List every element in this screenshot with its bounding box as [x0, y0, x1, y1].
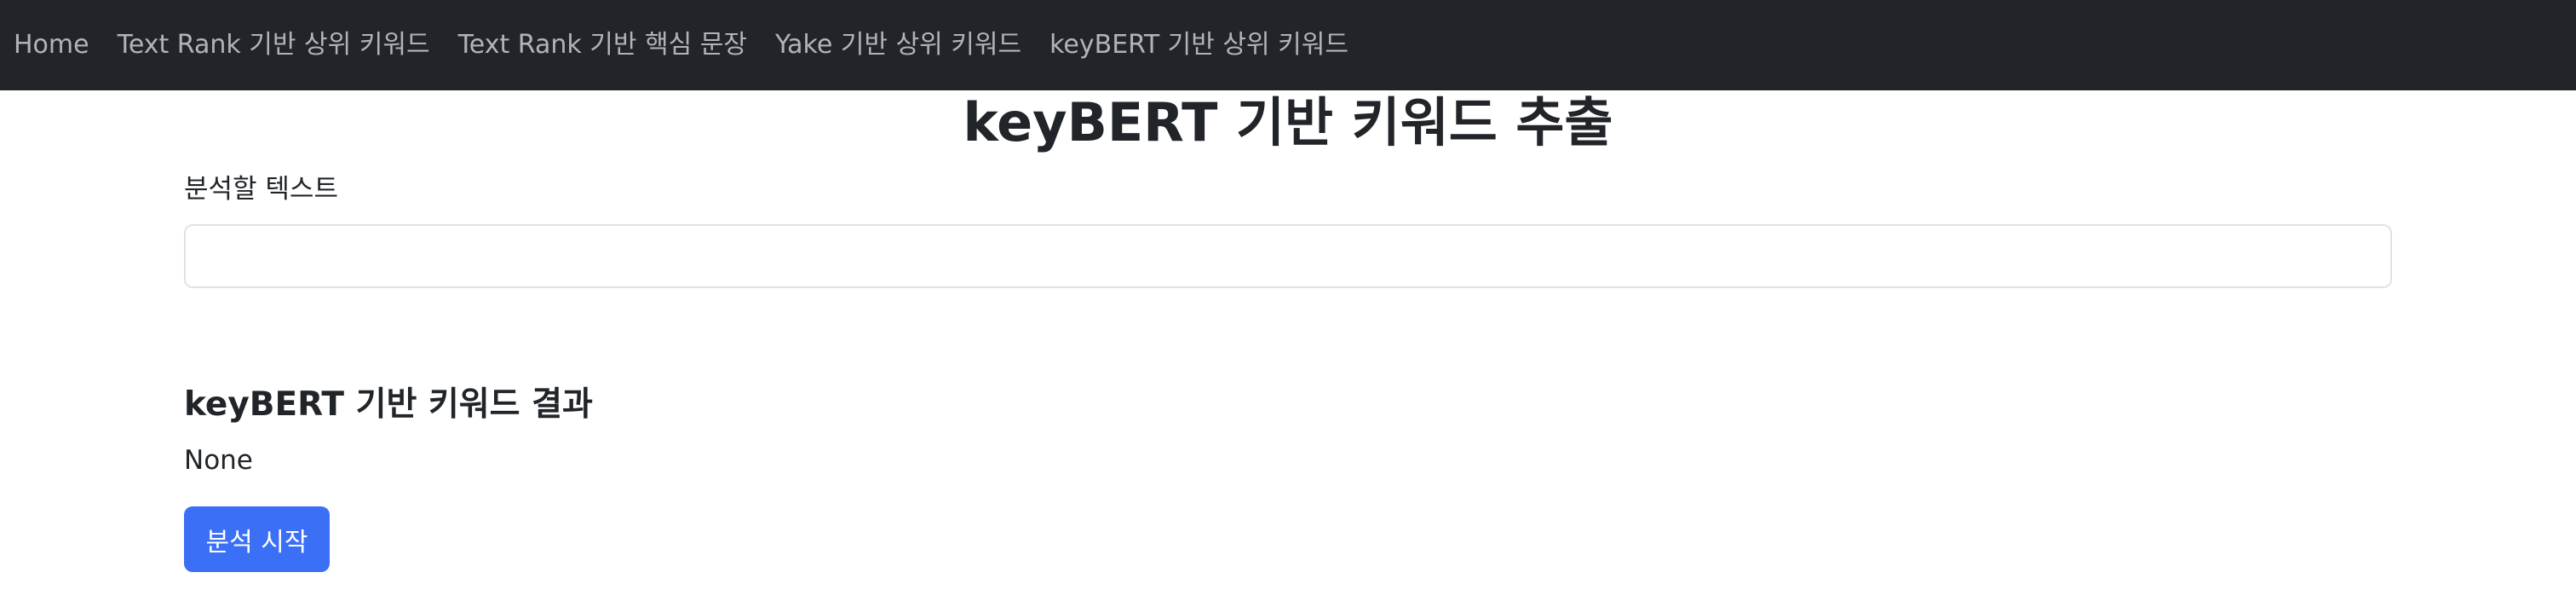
result-heading: keyBERT 기반 키워드 결과: [184, 385, 593, 424]
text-input-label: 분석할 텍스트: [184, 174, 338, 205]
nav-link-keybert-keywords[interactable]: keyBERT 기반 상위 키워드: [1049, 32, 1348, 58]
nav-link-textrank-sentences[interactable]: Text Rank 기반 핵심 문장: [458, 32, 747, 58]
nav-link-home[interactable]: Home: [14, 32, 89, 58]
result-value: None: [184, 445, 253, 476]
page-title: keyBERT 기반 키워드 추출: [963, 91, 1613, 153]
navbar: Home Text Rank 기반 상위 키워드 Text Rank 기반 핵심…: [0, 0, 2576, 90]
nav-link-yake-keywords[interactable]: Yake 기반 상위 키워드: [775, 32, 1021, 58]
nav-link-textrank-keywords[interactable]: Text Rank 기반 상위 키워드: [118, 32, 430, 58]
analysis-text-input[interactable]: [184, 224, 2392, 288]
start-analysis-button[interactable]: 분석 시작: [184, 506, 330, 572]
